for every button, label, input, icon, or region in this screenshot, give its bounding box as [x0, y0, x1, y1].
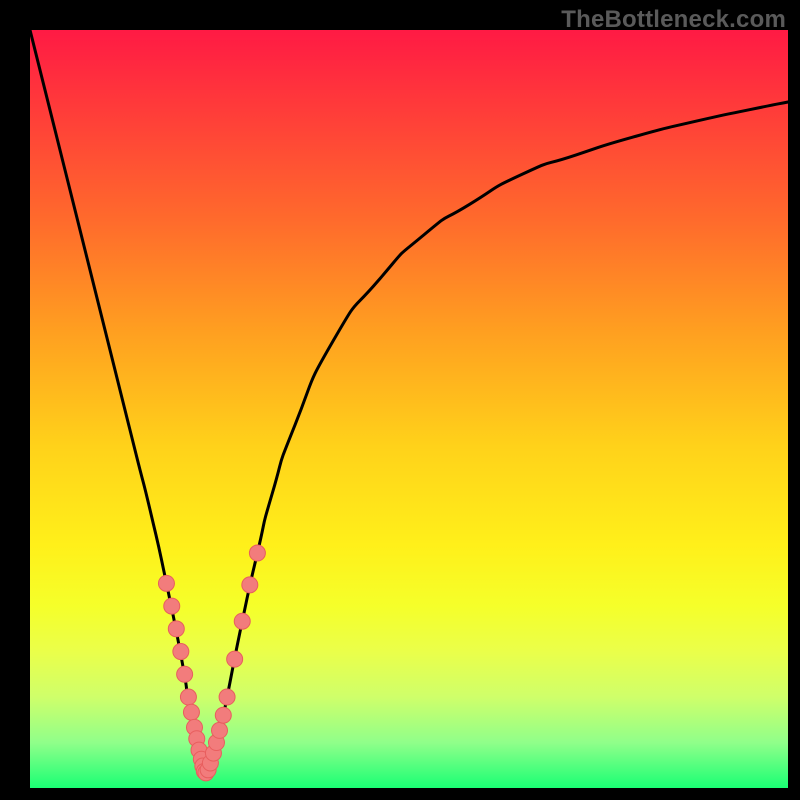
data-marker: [183, 704, 199, 720]
data-marker: [234, 613, 250, 629]
data-marker: [227, 651, 243, 667]
marker-group: [158, 545, 265, 781]
data-marker: [215, 707, 231, 723]
plot-area: [30, 30, 788, 788]
data-marker: [219, 689, 235, 705]
data-marker: [177, 666, 193, 682]
data-marker: [212, 722, 228, 738]
data-marker: [173, 644, 189, 660]
data-marker: [249, 545, 265, 561]
data-marker: [164, 598, 180, 614]
data-marker: [168, 621, 184, 637]
data-marker: [180, 689, 196, 705]
data-marker: [158, 575, 174, 591]
chart-svg: [30, 30, 788, 788]
data-marker: [242, 577, 258, 593]
chart-frame: TheBottleneck.com: [0, 0, 800, 800]
bottleneck-curve: [30, 30, 788, 777]
